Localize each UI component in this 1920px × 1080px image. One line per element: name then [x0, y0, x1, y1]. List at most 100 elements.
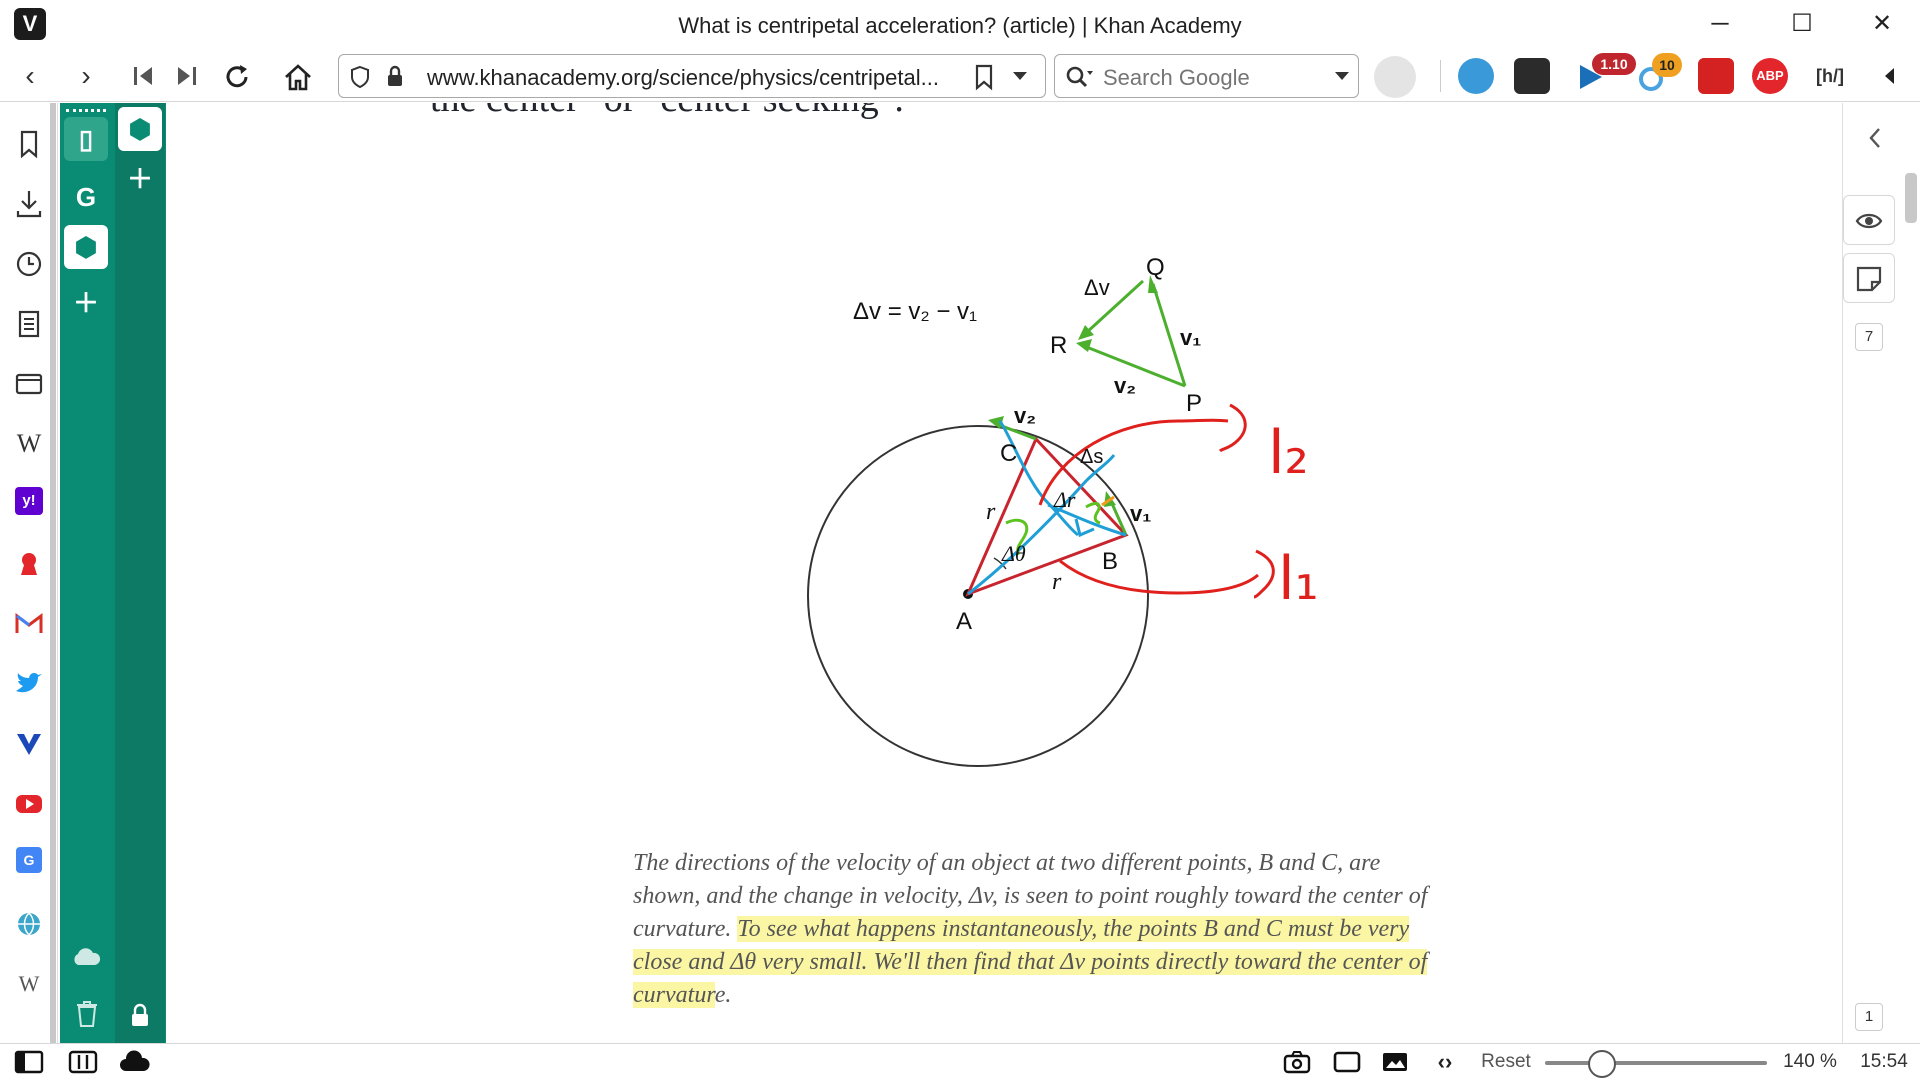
- extension-hint-icon[interactable]: [h/]: [1808, 58, 1852, 94]
- blank-tab-icon[interactable]: ▯: [64, 117, 108, 161]
- back-button[interactable]: ‹: [12, 58, 48, 94]
- right-side-panel: 7 1: [1842, 103, 1920, 1043]
- lock-icon[interactable]: [129, 1003, 151, 1029]
- zoom-slider-thumb[interactable]: [1588, 1050, 1616, 1078]
- search-engine-dropdown-icon[interactable]: [1333, 69, 1351, 83]
- youtube-icon[interactable]: [12, 787, 46, 821]
- status-bar: ‹› Reset 140 % 15:54: [0, 1043, 1920, 1080]
- tab-tiling-icon[interactable]: [68, 1049, 98, 1075]
- label-r-bottom: r: [1052, 569, 1062, 595]
- images-icon[interactable]: [1380, 1049, 1410, 1075]
- extension-count-badge: 10: [1652, 53, 1682, 77]
- bookmark-icon[interactable]: [973, 63, 995, 91]
- panel-toggle-icon[interactable]: [1882, 66, 1896, 86]
- page-count-badge: 1: [1855, 1003, 1883, 1031]
- page-scrollbar-thumb[interactable]: [1905, 173, 1917, 223]
- google-tab-icon[interactable]: G: [64, 175, 108, 219]
- zoom-slider-track[interactable]: [1545, 1061, 1767, 1065]
- bookmarks-icon[interactable]: [12, 127, 46, 161]
- khan-academy-tab-icon[interactable]: ⬢: [64, 225, 108, 269]
- wikipedia-icon[interactable]: W: [12, 427, 46, 461]
- khan-academy-active-tab-icon[interactable]: ⬢: [118, 107, 162, 151]
- label-delta-theta: Δθ: [1001, 541, 1026, 566]
- red-mascot-icon[interactable]: [12, 547, 46, 581]
- figure-caption: The directions of the velocity of an obj…: [633, 847, 1433, 1012]
- reader-view-button[interactable]: [1843, 195, 1895, 245]
- search-box[interactable]: [1054, 54, 1359, 98]
- panel-toggle-icon[interactable]: [14, 1049, 44, 1075]
- title-bar: V What is centripetal acceleration? (art…: [0, 0, 1920, 50]
- annotation-l2: l₂: [1268, 418, 1309, 488]
- add-tab-icon[interactable]: ＋: [64, 281, 108, 325]
- profile-avatar-icon[interactable]: [1374, 56, 1416, 98]
- r-arrowhead-bottom: [1076, 339, 1092, 352]
- caption-tail: e.: [714, 982, 732, 1008]
- window-panel-icon[interactable]: [12, 367, 46, 401]
- label-delta-s: Δs: [1080, 446, 1103, 468]
- downloads-icon[interactable]: [12, 187, 46, 221]
- window-title: What is centripetal acceleration? (artic…: [678, 13, 1242, 38]
- close-button[interactable]: ✕: [1854, 6, 1910, 42]
- tab-stack-column: ⬢ ＋: [115, 103, 165, 1043]
- label-delta-v: Δv: [1084, 275, 1110, 300]
- zoom-level: 140 %: [1783, 1051, 1837, 1072]
- page-actions-icon[interactable]: ‹›: [1430, 1049, 1460, 1075]
- lock-icon: [388, 65, 402, 86]
- minimize-button[interactable]: ─: [1692, 6, 1748, 42]
- gmail-icon[interactable]: [12, 607, 46, 641]
- navigation-toolbar: ‹ › www.khanacademy.org/science/physics/…: [0, 50, 1920, 102]
- search-icon[interactable]: [1065, 65, 1095, 89]
- capture-icon[interactable]: [1282, 1049, 1312, 1075]
- vivaldi-v-icon[interactable]: [12, 727, 46, 761]
- globe-icon[interactable]: [12, 907, 46, 941]
- extension-globe-icon[interactable]: [1458, 58, 1494, 94]
- label-q: Q: [1146, 254, 1165, 281]
- tab-count-badge: 7: [1855, 323, 1883, 351]
- centripetal-diagram: Δv = v₂ − v₁ Δv Q R P v₁ v₂ v₂ v₁ C Δs Δ…: [807, 254, 1319, 767]
- label-v1: v₁: [1130, 501, 1151, 526]
- translate-icon[interactable]: G: [16, 847, 42, 873]
- panel-handle[interactable]: [66, 109, 106, 113]
- annotation-l1: l₁: [1278, 544, 1319, 614]
- label-a: A: [956, 608, 972, 635]
- reload-icon[interactable]: [222, 62, 252, 92]
- clock: 15:54: [1860, 1051, 1908, 1072]
- extension-red-icon[interactable]: [1698, 58, 1734, 94]
- path-circle: [807, 425, 1149, 767]
- search-input[interactable]: [1103, 65, 1313, 91]
- zoom-reset-button[interactable]: Reset: [1478, 1049, 1534, 1075]
- cloud-icon[interactable]: [70, 945, 102, 969]
- home-icon[interactable]: [282, 62, 314, 92]
- annotation-red-bracket-upper: [1218, 403, 1247, 453]
- forward-button[interactable]: ›: [68, 58, 104, 94]
- trash-icon[interactable]: [74, 999, 100, 1029]
- url-text[interactable]: www.khanacademy.org/science/physics/cent…: [427, 65, 939, 91]
- fast-forward-icon[interactable]: [174, 64, 200, 88]
- annotation-red-curve-lower: [1059, 559, 1259, 595]
- extension-dark-icon[interactable]: [1514, 58, 1550, 94]
- caption-highlight: To see what happens instantaneously, the…: [633, 916, 1428, 1008]
- collapse-panel-icon[interactable]: [1865, 123, 1885, 153]
- side-panel-bar: W y! G W: [0, 103, 58, 1043]
- adblock-icon[interactable]: ABP: [1752, 58, 1788, 94]
- maximize-button[interactable]: ☐: [1774, 6, 1830, 42]
- label-v1-triangle: v₁: [1180, 325, 1201, 350]
- add-tab-icon[interactable]: ＋: [118, 157, 162, 201]
- label-delta-r: Δr: [1053, 487, 1076, 512]
- shield-icon[interactable]: [349, 65, 371, 89]
- toolbar-divider: [1440, 60, 1441, 92]
- panel-scrollbar[interactable]: [50, 103, 56, 1043]
- notes-button[interactable]: [1843, 253, 1895, 303]
- rewind-icon[interactable]: [130, 64, 156, 88]
- yahoo-icon[interactable]: y!: [15, 487, 43, 515]
- sync-cloud-icon[interactable]: [118, 1049, 150, 1075]
- wiktionary-icon[interactable]: W: [12, 967, 46, 1001]
- window-mode-icon[interactable]: [1332, 1049, 1362, 1075]
- notes-icon[interactable]: [12, 307, 46, 341]
- address-bar[interactable]: www.khanacademy.org/science/physics/cent…: [338, 54, 1046, 98]
- article-content: the center" or "center seeking".: [168, 103, 1840, 1043]
- chevron-down-icon[interactable]: [1011, 69, 1029, 83]
- equation-label: Δv = v₂ − v₁: [853, 298, 977, 325]
- history-icon[interactable]: [12, 247, 46, 281]
- twitter-icon[interactable]: [12, 667, 46, 701]
